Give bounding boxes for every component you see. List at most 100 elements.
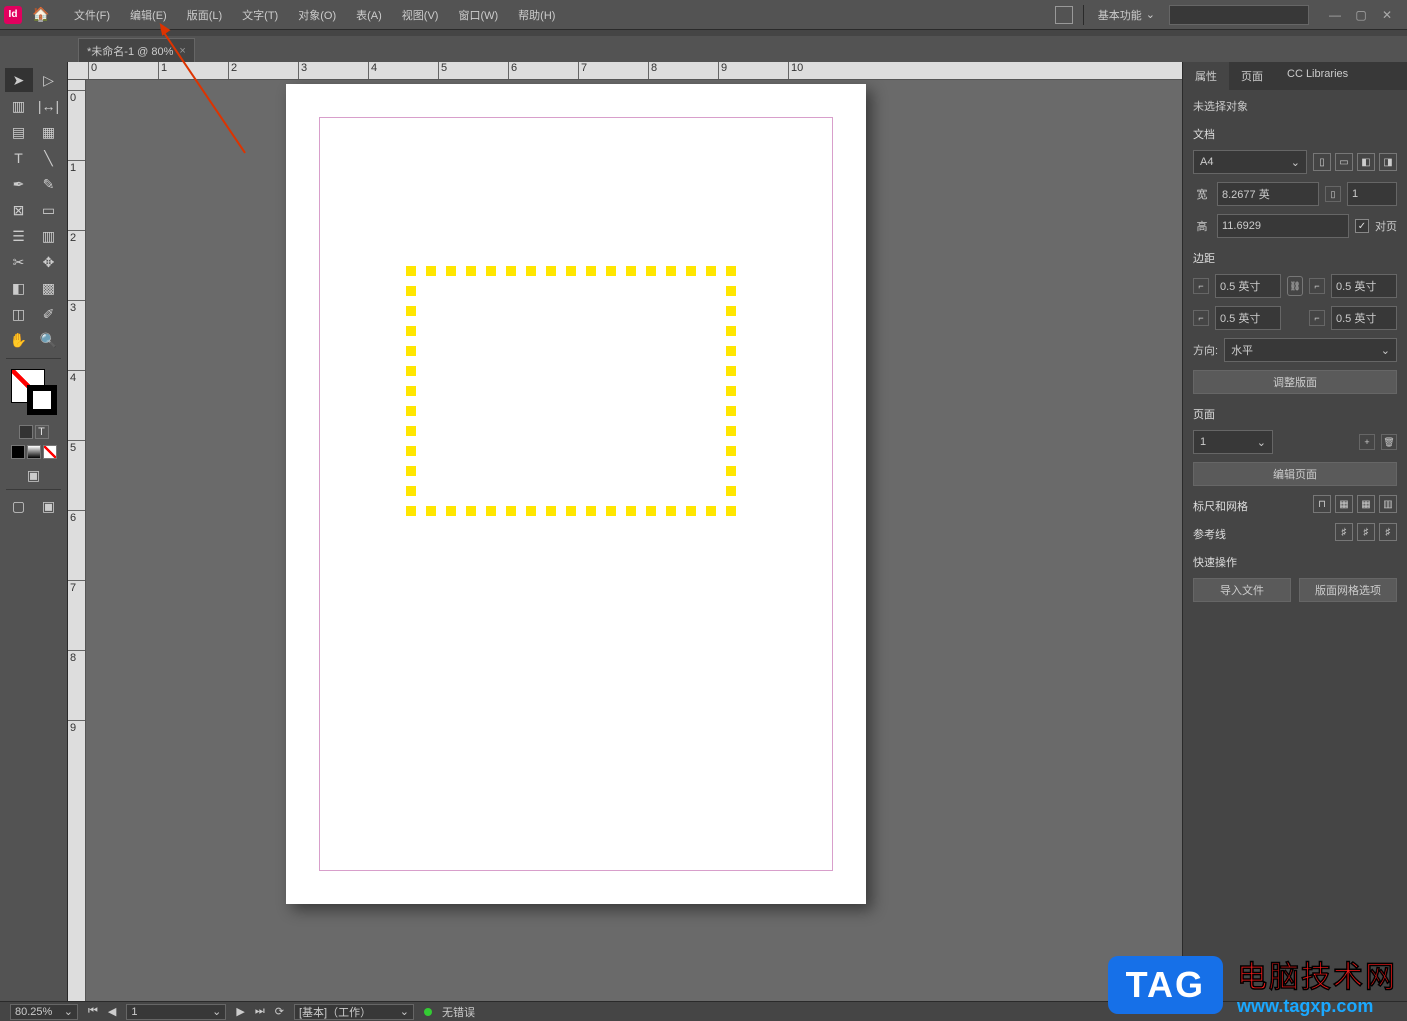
- page[interactable]: [286, 84, 866, 904]
- refresh-icon[interactable]: ⟳: [275, 1005, 284, 1018]
- line-tool[interactable]: ╲: [35, 146, 63, 170]
- minimize-button[interactable]: —: [1325, 8, 1345, 22]
- workspace-switcher[interactable]: 基本功能 ⌄: [1094, 5, 1159, 25]
- import-file-button[interactable]: 导入文件: [1193, 578, 1291, 602]
- guides-icon-2[interactable]: ♯: [1357, 523, 1375, 541]
- menu-layout[interactable]: 版面(L): [177, 1, 232, 29]
- selection-tool[interactable]: ➤: [5, 68, 33, 92]
- scissors-tool[interactable]: ✂: [5, 250, 33, 274]
- pasteboard[interactable]: [86, 80, 1182, 1001]
- tab-cc-libraries[interactable]: CC Libraries: [1275, 62, 1360, 90]
- row-tool[interactable]: ☰: [5, 224, 33, 248]
- edit-pages-button[interactable]: 编辑页面: [1193, 462, 1397, 486]
- hand-tool[interactable]: ✋: [5, 328, 33, 352]
- normal-view-mode[interactable]: ▣: [23, 465, 45, 485]
- margin-bottom-icon: ⌐: [1193, 310, 1209, 326]
- page-nav-next-icon[interactable]: ▶: [236, 1005, 244, 1018]
- menu-edit[interactable]: 编辑(E): [120, 1, 177, 29]
- menu-object[interactable]: 对象(O): [288, 1, 346, 29]
- ruler-tick: 3: [298, 62, 307, 79]
- share-icon[interactable]: [1055, 6, 1073, 24]
- grid-icon-1[interactable]: ▦: [1335, 495, 1353, 513]
- grid-icon-2[interactable]: ▦: [1357, 495, 1375, 513]
- guides-icon-1[interactable]: ♯: [1335, 523, 1353, 541]
- note-tool[interactable]: ◫: [5, 302, 33, 326]
- column-tool[interactable]: ▥: [35, 224, 63, 248]
- zoom-select[interactable]: 80.25%⌄: [10, 1004, 78, 1020]
- current-page-select[interactable]: 1⌄: [1193, 430, 1273, 454]
- menu-view[interactable]: 视图(V): [392, 1, 449, 29]
- pencil-tool[interactable]: ✎: [35, 172, 63, 196]
- home-icon[interactable]: 🏠: [32, 6, 56, 23]
- maximize-button[interactable]: ▢: [1351, 8, 1371, 22]
- page-nav-prev-icon[interactable]: ◀: [108, 1005, 116, 1018]
- menu-table[interactable]: 表(A): [346, 1, 392, 29]
- search-input[interactable]: [1169, 5, 1309, 25]
- margin-right-input[interactable]: 0.5 英寸: [1331, 306, 1397, 330]
- menu-file[interactable]: 文件(F): [64, 1, 120, 29]
- ruler-horizontal[interactable]: 0 1 2 3 4 5 6 7 8 9 10: [68, 62, 1182, 80]
- direct-selection-tool[interactable]: ▷: [35, 68, 63, 92]
- gap-tool[interactable]: |↔|: [35, 94, 63, 118]
- ruler-icon[interactable]: ⊓: [1313, 495, 1331, 513]
- margin-top-input[interactable]: 0.5 英寸: [1215, 274, 1281, 298]
- page-size-select[interactable]: A4⌄: [1193, 150, 1307, 174]
- menu-type[interactable]: 文字(T): [232, 1, 288, 29]
- type-tool[interactable]: T: [5, 146, 33, 170]
- pages-count-input[interactable]: 1: [1347, 182, 1397, 206]
- adjust-layout-button[interactable]: 调整版面: [1193, 370, 1397, 394]
- zoom-tool[interactable]: 🔍: [35, 328, 63, 352]
- width-input[interactable]: 8.2677 英: [1217, 182, 1319, 206]
- grid-icon-3[interactable]: ▥: [1379, 495, 1397, 513]
- delete-page-icon[interactable]: 🗑: [1381, 434, 1397, 450]
- apply-color-icon[interactable]: [11, 445, 25, 459]
- gradient-feather-tool[interactable]: ▩: [35, 276, 63, 300]
- menu-window[interactable]: 窗口(W): [448, 1, 508, 29]
- height-input[interactable]: 11.6929: [1217, 214, 1349, 238]
- portrait-icon[interactable]: ▯: [1313, 153, 1331, 171]
- orientation-select[interactable]: 水平⌄: [1224, 338, 1397, 362]
- tab-pages[interactable]: 页面: [1229, 62, 1275, 90]
- eyedropper-tool[interactable]: ✐: [35, 302, 63, 326]
- close-tab-icon[interactable]: ×: [179, 45, 185, 57]
- binding-right-icon[interactable]: ◨: [1379, 153, 1397, 171]
- formatting-container-icon[interactable]: [19, 425, 33, 439]
- guides-icon-3[interactable]: ♯: [1379, 523, 1397, 541]
- apply-none-icon[interactable]: [43, 445, 57, 459]
- pen-tool[interactable]: ✒: [5, 172, 33, 196]
- ruler-vertical[interactable]: 0 1 2 3 4 5 6 7 8 9: [68, 80, 86, 1001]
- page-nav-select[interactable]: 1⌄: [126, 1004, 226, 1020]
- fill-stroke-swatch[interactable]: [9, 367, 59, 417]
- grid-options-button[interactable]: 版面网格选项: [1299, 578, 1397, 602]
- dashed-rectangle[interactable]: [406, 266, 736, 516]
- margin-left-input[interactable]: 0.5 英寸: [1331, 274, 1397, 298]
- document-tab[interactable]: *未命名-1 @ 80% ×: [78, 38, 195, 62]
- formatting-text-icon[interactable]: T: [35, 425, 49, 439]
- apply-gradient-icon[interactable]: [27, 445, 41, 459]
- screen-mode-preview-icon[interactable]: ▣: [35, 494, 63, 518]
- facing-pages-checkbox[interactable]: ✓: [1355, 219, 1369, 233]
- page-nav-last-icon[interactable]: ⏭: [255, 1005, 265, 1018]
- link-margins-icon[interactable]: ⛓: [1287, 276, 1303, 296]
- new-page-icon[interactable]: +: [1359, 434, 1375, 450]
- stroke-swatch[interactable]: [27, 385, 57, 415]
- rectangle-tool[interactable]: ▭: [35, 198, 63, 222]
- binding-left-icon[interactable]: ◧: [1357, 153, 1375, 171]
- preflight-profile-select[interactable]: [基本]（工作）⌄: [294, 1004, 414, 1020]
- screen-mode-icon[interactable]: ▢: [5, 494, 33, 518]
- content-collector-tool[interactable]: ▤: [5, 120, 33, 144]
- page-tool[interactable]: ▥: [5, 94, 33, 118]
- landscape-icon[interactable]: ▭: [1335, 153, 1353, 171]
- margin-bottom-input[interactable]: 0.5 英寸: [1215, 306, 1281, 330]
- gradient-swatch-tool[interactable]: ◧: [5, 276, 33, 300]
- close-button[interactable]: ✕: [1377, 8, 1397, 22]
- free-transform-tool[interactable]: ✥: [35, 250, 63, 274]
- rectangle-frame-tool[interactable]: ⊠: [5, 198, 33, 222]
- tab-properties[interactable]: 属性: [1183, 62, 1229, 90]
- ruler-tick: 9: [718, 62, 727, 79]
- content-placer-tool[interactable]: ▦: [35, 120, 63, 144]
- page-nav-first-icon[interactable]: ⏮: [88, 1005, 98, 1018]
- ruler-tick: 5: [68, 440, 85, 454]
- section-pages: 页面: [1193, 406, 1397, 422]
- menu-help[interactable]: 帮助(H): [508, 1, 565, 29]
